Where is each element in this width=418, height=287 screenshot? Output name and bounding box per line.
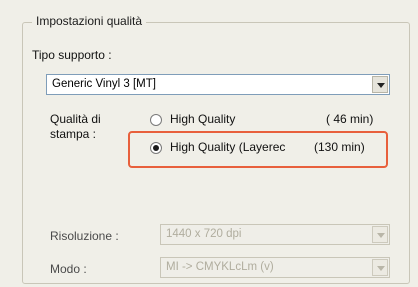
media-type-select[interactable]: Generic Vinyl 3 [MT] <box>46 74 390 95</box>
group-title: Impostazioni qualità <box>32 14 147 28</box>
print-quality-label-line2: stampa : <box>50 127 97 141</box>
quality-option-label: High Quality (Layerec <box>170 140 286 154</box>
quality-option-high-layered[interactable]: High Quality (Layerec (130 min) <box>150 140 382 156</box>
chevron-down-icon[interactable] <box>372 226 388 243</box>
radio-unchecked-icon[interactable] <box>150 114 162 126</box>
quality-settings-dialog: Impostazioni qualità Tipo supporto : Gen… <box>0 0 418 287</box>
quality-option-time: (130 min) <box>314 140 365 154</box>
media-type-value: Generic Vinyl 3 [MT] <box>52 78 156 90</box>
mode-label: Modo : <box>50 262 87 276</box>
mode-value: MI -> CMYKLcLm (v) <box>166 261 274 273</box>
chevron-down-icon[interactable] <box>372 259 388 276</box>
media-type-label: Tipo supporto : <box>32 48 112 62</box>
quality-option-high[interactable]: High Quality ( 46 min) <box>150 112 380 128</box>
resolution-label: Risoluzione : <box>50 229 119 243</box>
chevron-down-icon[interactable] <box>372 76 388 93</box>
print-quality-label-line1: Qualità di <box>50 112 101 126</box>
quality-option-label: High Quality <box>170 112 236 126</box>
resolution-value: 1440 x 720 dpi <box>166 228 242 240</box>
mode-select[interactable]: MI -> CMYKLcLm (v) <box>160 257 390 278</box>
radio-checked-icon[interactable] <box>150 142 162 154</box>
resolution-select[interactable]: 1440 x 720 dpi <box>160 224 390 245</box>
quality-option-time: ( 46 min) <box>326 112 374 126</box>
